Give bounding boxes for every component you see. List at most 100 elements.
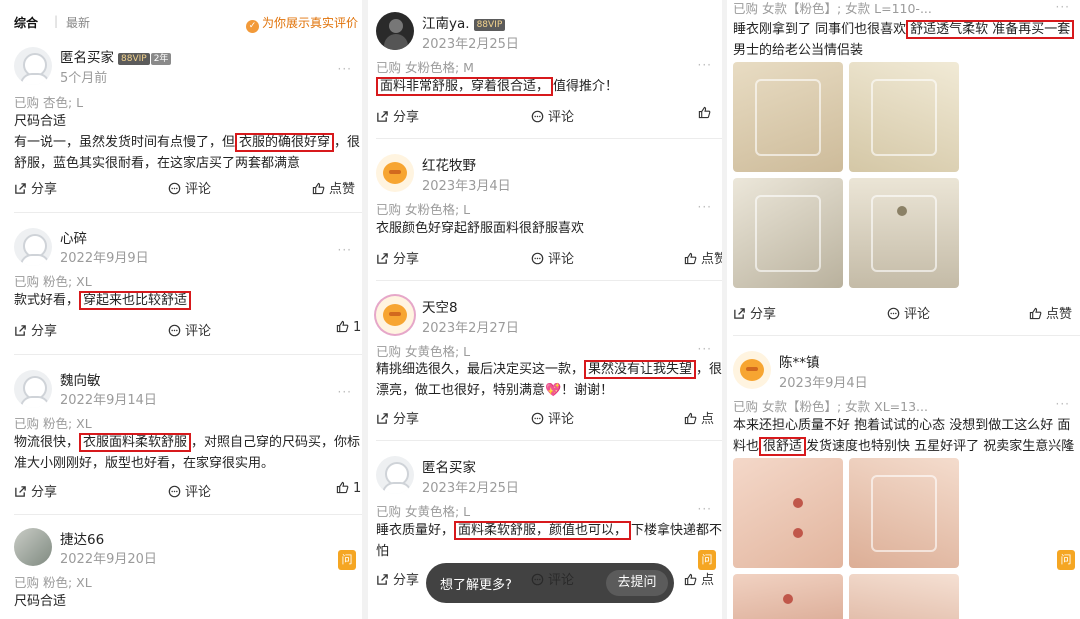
comment-button[interactable]: 评论 bbox=[531, 408, 574, 427]
highlight-box: 衣服面料柔软舒服 bbox=[79, 433, 192, 452]
username[interactable]: 捷达66 bbox=[60, 528, 104, 548]
more-icon[interactable]: ··· bbox=[698, 58, 712, 72]
ask-icon[interactable]: 问 bbox=[1057, 550, 1075, 570]
username[interactable]: 红花牧野 bbox=[422, 154, 476, 174]
more-icon[interactable]: ··· bbox=[338, 243, 352, 257]
more-icon[interactable]: ··· bbox=[338, 62, 352, 76]
comment-button[interactable]: 评论 bbox=[531, 248, 574, 267]
review-text: 款式好看， 穿起来也比较舒适 bbox=[14, 290, 192, 311]
review-line: 睡衣质量好， 面料柔软舒服，颜值也可以， 下楼拿快递都不 bbox=[376, 521, 722, 540]
more-icon[interactable]: ··· bbox=[338, 385, 352, 399]
purchase-spec: 已购 女款【粉色】; 女款 XL=13... bbox=[733, 399, 928, 414]
ask-icon[interactable]: 问 bbox=[698, 550, 716, 570]
purchase-spec: 已购 粉色; XL bbox=[14, 274, 92, 289]
purchase-spec: 已购 女黄色格; L bbox=[376, 504, 471, 519]
like-button[interactable] bbox=[698, 106, 715, 121]
review-photo[interactable] bbox=[849, 574, 959, 619]
share-icon bbox=[15, 183, 26, 194]
review-actions: 分享 评论 点赞 bbox=[733, 303, 1080, 322]
avatar[interactable] bbox=[14, 528, 52, 566]
username[interactable]: 魏向敏 bbox=[60, 369, 101, 389]
comment-icon bbox=[531, 412, 544, 425]
purchase-spec: 已购 女款【粉色】; 女款 L=110-... bbox=[733, 1, 932, 16]
like-button[interactable]: 点赞 bbox=[684, 248, 722, 267]
like-button[interactable]: 点 bbox=[684, 408, 714, 427]
review-panel-3: 已购 女款【粉色】; 女款 L=110-... ··· 睡衣刚拿到了 同事们也很… bbox=[727, 0, 1080, 619]
like-button[interactable]: 点赞 bbox=[1029, 303, 1072, 322]
share-button[interactable]: 分享 bbox=[376, 106, 419, 125]
review-line: 怕 bbox=[376, 544, 390, 559]
tab-latest[interactable]: 最新 bbox=[66, 14, 90, 31]
username[interactable]: 天空8 bbox=[422, 296, 458, 316]
review-photo[interactable] bbox=[849, 178, 959, 288]
more-icon[interactable]: ··· bbox=[1056, 397, 1070, 411]
comment-button[interactable]: 评论 bbox=[168, 320, 211, 339]
more-icon[interactable]: ··· bbox=[698, 200, 712, 214]
share-button[interactable]: 分享 bbox=[14, 320, 57, 339]
share-button[interactable]: 分享 bbox=[14, 481, 57, 500]
purchase-spec: 已购 女粉色格; L bbox=[376, 202, 471, 217]
share-icon bbox=[734, 308, 745, 319]
review-text: 睡衣质量好， 面料柔软舒服，颜值也可以， 下楼拿快递都不 怕 bbox=[376, 520, 722, 562]
review-photo[interactable] bbox=[733, 178, 843, 288]
review-line: 物流很快， 衣服面料柔软舒服 ，对照自己穿的尺码买，你标 bbox=[14, 433, 361, 452]
more-icon[interactable]: ··· bbox=[698, 342, 712, 356]
username[interactable]: 江南ya. 88VIP bbox=[422, 12, 506, 32]
comment-button[interactable]: 评论 bbox=[887, 303, 930, 322]
review-photo[interactable] bbox=[733, 574, 843, 619]
share-icon bbox=[377, 574, 388, 585]
comment-button[interactable]: 评论 bbox=[168, 481, 211, 500]
more-icon[interactable]: ··· bbox=[1056, 0, 1070, 14]
tab-all[interactable]: 综合 bbox=[14, 14, 38, 31]
avatar[interactable] bbox=[376, 456, 414, 494]
avatar[interactable] bbox=[376, 154, 414, 192]
share-button[interactable]: 分享 bbox=[733, 303, 776, 322]
share-button[interactable]: 分享 bbox=[376, 408, 419, 427]
highlight-box: 衣服的确很好穿 bbox=[235, 133, 335, 152]
review-actions: 分享 评论 点赞 bbox=[14, 178, 362, 197]
comment-button[interactable]: 评论 bbox=[531, 106, 574, 125]
review-line: 面料非常舒服，穿着很合适， 值得推介！ bbox=[376, 76, 618, 97]
review-photo[interactable] bbox=[849, 62, 959, 172]
avatar[interactable] bbox=[14, 47, 52, 85]
like-button[interactable]: 1 bbox=[336, 320, 361, 335]
ask-icon[interactable]: 问 bbox=[338, 550, 356, 570]
avatar[interactable] bbox=[376, 12, 414, 50]
review-date: 5个月前 bbox=[60, 71, 108, 86]
review-line: 精挑细选很久，最后决定买这一款， 果然没有让我失望 ，很 bbox=[376, 360, 722, 379]
review-line: 衣服颜色好穿起舒服面料很舒服喜欢 bbox=[376, 221, 585, 236]
share-button[interactable]: 分享 bbox=[376, 248, 419, 267]
share-button[interactable]: 分享 bbox=[376, 569, 419, 588]
more-icon[interactable]: ··· bbox=[698, 502, 712, 516]
review-date: 2023年2月27日 bbox=[422, 321, 519, 336]
username[interactable]: 心碎 bbox=[60, 227, 87, 247]
username[interactable]: 陈**镇 bbox=[779, 351, 820, 371]
avatar[interactable] bbox=[14, 228, 52, 266]
review-text: 本来还担心质量不好 抱着试试的心态 没想到做工这么好 面 料也 很舒适 发货速度也特… bbox=[733, 415, 1074, 457]
username[interactable]: 匿名买家 bbox=[422, 456, 476, 476]
comment-icon bbox=[168, 182, 181, 195]
authentic-review-notice[interactable]: ✓ 为你展示真实评价 bbox=[245, 14, 358, 33]
avatar[interactable] bbox=[376, 296, 414, 334]
review-date: 2023年9月4日 bbox=[779, 376, 868, 391]
like-icon bbox=[684, 412, 697, 425]
like-button[interactable]: 1 bbox=[336, 481, 361, 496]
share-button[interactable]: 分享 bbox=[14, 178, 57, 197]
divider bbox=[376, 440, 722, 441]
like-button[interactable]: 点 bbox=[684, 569, 714, 588]
purchase-spec: 已购 女粉色格; M bbox=[376, 60, 474, 75]
username[interactable]: 匿名买家 88VIP 2年 bbox=[60, 46, 172, 66]
avatar[interactable] bbox=[14, 370, 52, 408]
review-line: 漂亮，做工也很好，特别满意💖！谢谢！ bbox=[376, 383, 614, 398]
like-button[interactable]: 点赞 bbox=[312, 178, 355, 197]
highlight-box: 面料柔软舒服，颜值也可以， bbox=[454, 521, 632, 540]
review-text: 尺码合适 有一说一，虽然发货时间有点慢了，但 衣服的确很好穿 ，很 舒服，蓝色其实很… bbox=[14, 111, 360, 174]
review-photo[interactable] bbox=[849, 458, 959, 568]
comment-button[interactable]: 评论 bbox=[168, 178, 211, 197]
purchase-spec: 已购 粉色; XL bbox=[14, 575, 92, 590]
review-date: 2022年9月9日 bbox=[60, 251, 149, 266]
review-photo[interactable] bbox=[733, 458, 843, 568]
avatar[interactable] bbox=[733, 351, 771, 389]
ask-question-button[interactable]: 去提问 bbox=[606, 570, 668, 596]
review-photo[interactable] bbox=[733, 62, 843, 172]
